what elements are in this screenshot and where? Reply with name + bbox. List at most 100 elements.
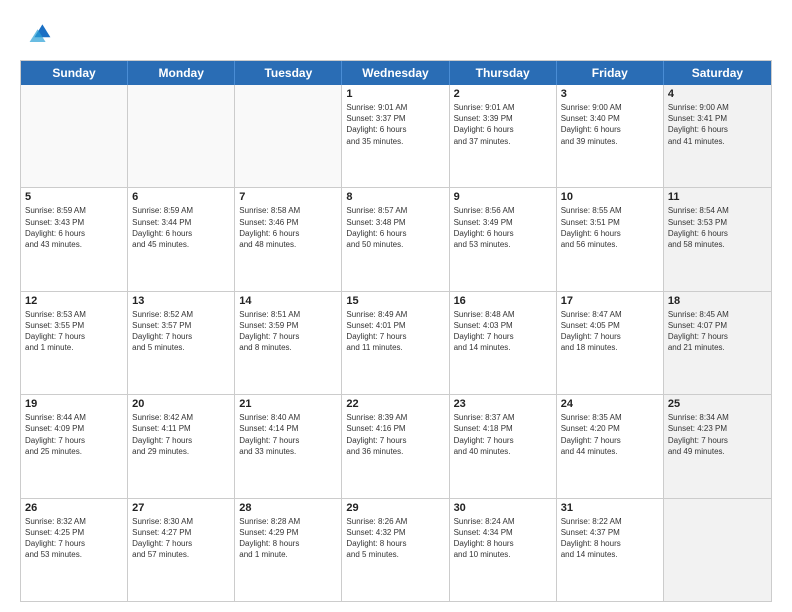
day-number: 16 (454, 295, 552, 307)
day-number: 26 (25, 502, 123, 514)
weekday-header: Saturday (664, 61, 771, 85)
day-number: 31 (561, 502, 659, 514)
day-info: Sunrise: 8:53 AMSunset: 3:55 PMDaylight:… (25, 309, 123, 354)
day-info: Sunrise: 8:51 AMSunset: 3:59 PMDaylight:… (239, 309, 337, 354)
day-info: Sunrise: 8:34 AMSunset: 4:23 PMDaylight:… (668, 412, 767, 457)
day-number: 21 (239, 398, 337, 410)
day-info: Sunrise: 8:35 AMSunset: 4:20 PMDaylight:… (561, 412, 659, 457)
weekday-header: Monday (128, 61, 235, 85)
day-info: Sunrise: 8:26 AMSunset: 4:32 PMDaylight:… (346, 516, 444, 561)
logo-icon (20, 18, 52, 50)
calendar-row: 12Sunrise: 8:53 AMSunset: 3:55 PMDayligh… (21, 292, 771, 395)
day-number: 18 (668, 295, 767, 307)
day-info: Sunrise: 8:42 AMSunset: 4:11 PMDaylight:… (132, 412, 230, 457)
day-info: Sunrise: 8:55 AMSunset: 3:51 PMDaylight:… (561, 205, 659, 250)
day-cell: 3 Sunrise: 9:00 AMSunset: 3:40 PMDaylight… (557, 85, 664, 187)
header (20, 18, 772, 50)
day-info: Sunrise: 9:00 AMSunset: 3:41 PMDaylight:… (668, 102, 767, 147)
day-cell: 19 Sunrise: 8:44 AMSunset: 4:09 PMDayligh… (21, 395, 128, 497)
day-number: 24 (561, 398, 659, 410)
calendar-row: 26 Sunrise: 8:32 AMSunset: 4:25 PMDayligh… (21, 499, 771, 601)
day-number: 27 (132, 502, 230, 514)
day-info: Sunrise: 8:24 AMSunset: 4:34 PMDaylight:… (454, 516, 552, 561)
day-info: Sunrise: 8:48 AMSunset: 4:03 PMDaylight:… (454, 309, 552, 354)
day-cell: 12Sunrise: 8:53 AMSunset: 3:55 PMDayligh… (21, 292, 128, 394)
day-cell: 30Sunrise: 8:24 AMSunset: 4:34 PMDayligh… (450, 499, 557, 601)
calendar-row: 1Sunrise: 9:01 AMSunset: 3:37 PMDaylight… (21, 85, 771, 188)
day-number: 8 (346, 191, 444, 203)
day-cell: 18 Sunrise: 8:45 AMSunset: 4:07 PMDayligh… (664, 292, 771, 394)
day-info: Sunrise: 8:45 AMSunset: 4:07 PMDaylight:… (668, 309, 767, 354)
day-cell: 2 Sunrise: 9:01 AMSunset: 3:39 PMDaylight… (450, 85, 557, 187)
day-cell: 9 Sunrise: 8:56 AMSunset: 3:49 PMDaylight… (450, 188, 557, 290)
day-info: Sunrise: 8:44 AMSunset: 4:09 PMDaylight:… (25, 412, 123, 457)
day-info: Sunrise: 8:56 AMSunset: 3:49 PMDaylight:… (454, 205, 552, 250)
day-cell: 16 Sunrise: 8:48 AMSunset: 4:03 PMDayligh… (450, 292, 557, 394)
day-cell: 6 Sunrise: 8:59 AMSunset: 3:44 PMDaylight… (128, 188, 235, 290)
day-number: 20 (132, 398, 230, 410)
day-number: 5 (25, 191, 123, 203)
day-number: 29 (346, 502, 444, 514)
day-cell: 27 Sunrise: 8:30 AMSunset: 4:27 PMDayligh… (128, 499, 235, 601)
day-info: Sunrise: 8:30 AMSunset: 4:27 PMDaylight:… (132, 516, 230, 561)
day-info: Sunrise: 9:01 AMSunset: 3:39 PMDaylight:… (454, 102, 552, 147)
weekday-header: Tuesday (235, 61, 342, 85)
calendar-body: 1Sunrise: 9:01 AMSunset: 3:37 PMDaylight… (21, 85, 771, 601)
day-info: Sunrise: 8:58 AMSunset: 3:46 PMDaylight:… (239, 205, 337, 250)
day-cell: 25 Sunrise: 8:34 AMSunset: 4:23 PMDayligh… (664, 395, 771, 497)
day-cell: 14 Sunrise: 8:51 AMSunset: 3:59 PMDayligh… (235, 292, 342, 394)
day-info: Sunrise: 8:37 AMSunset: 4:18 PMDaylight:… (454, 412, 552, 457)
day-cell: 31 Sunrise: 8:22 AMSunset: 4:37 PMDayligh… (557, 499, 664, 601)
empty-cell (21, 85, 128, 187)
day-cell: 26 Sunrise: 8:32 AMSunset: 4:25 PMDayligh… (21, 499, 128, 601)
calendar-header: SundayMondayTuesdayWednesdayThursdayFrid… (21, 61, 771, 85)
day-number: 7 (239, 191, 337, 203)
day-cell: 22 Sunrise: 8:39 AMSunset: 4:16 PMDayligh… (342, 395, 449, 497)
day-info: Sunrise: 8:39 AMSunset: 4:16 PMDaylight:… (346, 412, 444, 457)
day-info: Sunrise: 8:22 AMSunset: 4:37 PMDaylight:… (561, 516, 659, 561)
day-cell: 13Sunrise: 8:52 AMSunset: 3:57 PMDayligh… (128, 292, 235, 394)
day-info: Sunrise: 8:54 AMSunset: 3:53 PMDaylight:… (668, 205, 767, 250)
day-number: 28 (239, 502, 337, 514)
empty-cell (235, 85, 342, 187)
day-cell: 4 Sunrise: 9:00 AMSunset: 3:41 PMDaylight… (664, 85, 771, 187)
day-info: Sunrise: 8:49 AMSunset: 4:01 PMDaylight:… (346, 309, 444, 354)
empty-cell (664, 499, 771, 601)
day-cell: 8 Sunrise: 8:57 AMSunset: 3:48 PMDaylight… (342, 188, 449, 290)
day-cell: 5 Sunrise: 8:59 AMSunset: 3:43 PMDaylight… (21, 188, 128, 290)
day-info: Sunrise: 8:59 AMSunset: 3:43 PMDaylight:… (25, 205, 123, 250)
page: SundayMondayTuesdayWednesdayThursdayFrid… (0, 0, 792, 612)
day-number: 25 (668, 398, 767, 410)
day-number: 14 (239, 295, 337, 307)
day-cell: 24 Sunrise: 8:35 AMSunset: 4:20 PMDayligh… (557, 395, 664, 497)
empty-cell (128, 85, 235, 187)
day-cell: 21Sunrise: 8:40 AMSunset: 4:14 PMDayligh… (235, 395, 342, 497)
day-cell: 28 Sunrise: 8:28 AMSunset: 4:29 PMDayligh… (235, 499, 342, 601)
day-number: 17 (561, 295, 659, 307)
day-info: Sunrise: 8:59 AMSunset: 3:44 PMDaylight:… (132, 205, 230, 250)
day-number: 9 (454, 191, 552, 203)
calendar-row: 19 Sunrise: 8:44 AMSunset: 4:09 PMDayligh… (21, 395, 771, 498)
day-number: 23 (454, 398, 552, 410)
day-cell: 1Sunrise: 9:01 AMSunset: 3:37 PMDaylight… (342, 85, 449, 187)
weekday-header: Friday (557, 61, 664, 85)
day-cell: 23 Sunrise: 8:37 AMSunset: 4:18 PMDayligh… (450, 395, 557, 497)
day-number: 15 (346, 295, 444, 307)
day-info: Sunrise: 8:32 AMSunset: 4:25 PMDaylight:… (25, 516, 123, 561)
weekday-header: Thursday (450, 61, 557, 85)
day-info: Sunrise: 8:28 AMSunset: 4:29 PMDaylight:… (239, 516, 337, 561)
day-number: 10 (561, 191, 659, 203)
day-number: 6 (132, 191, 230, 203)
day-cell: 7 Sunrise: 8:58 AMSunset: 3:46 PMDaylight… (235, 188, 342, 290)
day-number: 22 (346, 398, 444, 410)
day-cell: 29 Sunrise: 8:26 AMSunset: 4:32 PMDayligh… (342, 499, 449, 601)
day-number: 19 (25, 398, 123, 410)
day-number: 3 (561, 88, 659, 100)
day-number: 2 (454, 88, 552, 100)
day-cell: 17Sunrise: 8:47 AMSunset: 4:05 PMDayligh… (557, 292, 664, 394)
weekday-header: Wednesday (342, 61, 449, 85)
day-info: Sunrise: 9:00 AMSunset: 3:40 PMDaylight:… (561, 102, 659, 147)
calendar: SundayMondayTuesdayWednesdayThursdayFrid… (20, 60, 772, 602)
day-info: Sunrise: 8:57 AMSunset: 3:48 PMDaylight:… (346, 205, 444, 250)
day-number: 4 (668, 88, 767, 100)
